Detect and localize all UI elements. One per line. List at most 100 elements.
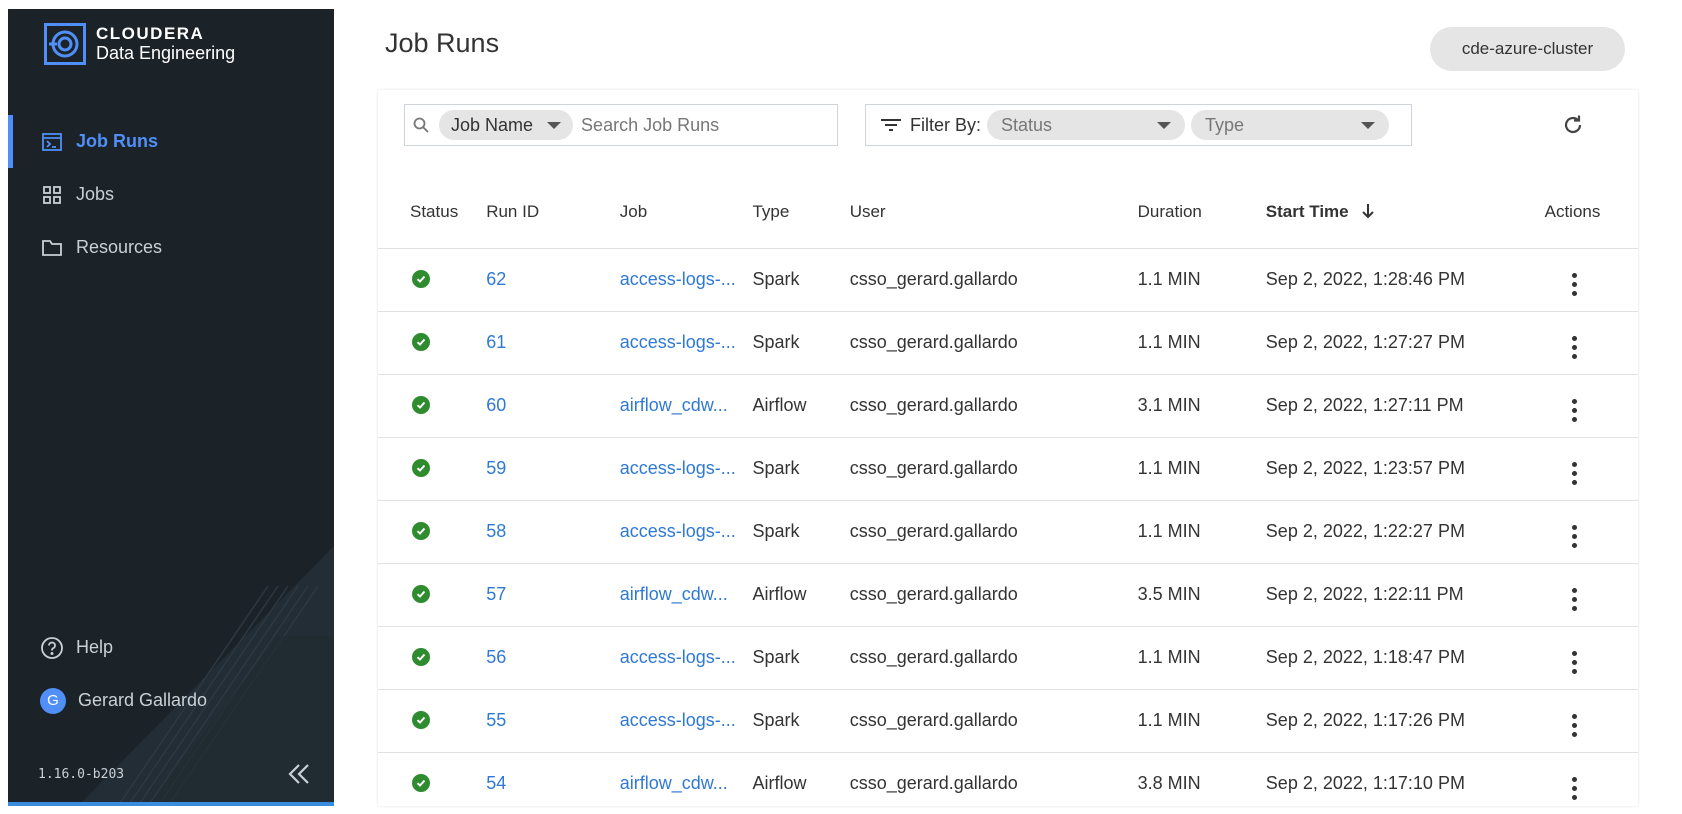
status-cell — [378, 563, 459, 627]
status-filter-select[interactable]: Status — [987, 110, 1186, 140]
table-row[interactable]: 54 airflow_cdw... Airflow csso_gerard.galla… — [378, 752, 1638, 814]
type-cell: Spark — [744, 500, 850, 564]
type-cell: Spark — [744, 626, 850, 690]
cloudera-logo-icon — [44, 23, 86, 65]
run-id-link[interactable]: 61 — [486, 332, 506, 352]
start-time-cell: Sep 2, 2022, 1:28:46 PM — [1249, 248, 1511, 312]
brand[interactable]: CLOUDERA Data Engineering — [44, 23, 235, 65]
table-header-row: Status Run ID Job Type User Duration Sta… — [378, 176, 1638, 249]
cluster-selector[interactable]: cde-azure-cluster — [1430, 27, 1625, 71]
run-id-link[interactable]: 59 — [486, 458, 506, 478]
sidebar-item-label: Resources — [76, 237, 163, 257]
app-root: CLOUDERA Data Engineering Job Runs Jobs … — [0, 0, 1682, 814]
column-header-type[interactable]: Type — [744, 176, 850, 249]
run-id-link[interactable]: 60 — [486, 395, 506, 415]
sidebar-item-jobs[interactable]: Jobs — [8, 168, 334, 221]
job-runs-table: Status Run ID Job Type User Duration Sta… — [378, 176, 1638, 814]
sidebar-item-job-runs[interactable]: Job Runs — [8, 115, 334, 168]
double-chevron-left-icon — [288, 764, 309, 784]
table-row[interactable]: 58 access-logs-... Spark csso_gerard.gallar… — [378, 500, 1638, 564]
column-header-start-time[interactable]: Start Time — [1249, 176, 1511, 249]
more-actions-button[interactable] — [1563, 649, 1587, 676]
search-input[interactable] — [581, 114, 802, 136]
filter-icon — [880, 117, 902, 133]
type-cell: Airflow — [744, 563, 850, 627]
sidebar: CLOUDERA Data Engineering Job Runs Jobs … — [8, 9, 334, 806]
user-cell: csso_gerard.gallardo — [849, 311, 1138, 375]
grid-icon — [40, 183, 64, 207]
table-row[interactable]: 60 airflow_cdw... Airflow csso_gerard.galla… — [378, 374, 1638, 438]
run-id-link[interactable]: 56 — [486, 647, 506, 667]
success-status-icon — [412, 270, 430, 288]
search-icon — [413, 117, 433, 133]
arrow-down-icon — [1362, 203, 1375, 219]
success-status-icon — [412, 585, 430, 603]
more-actions-button[interactable] — [1563, 523, 1587, 550]
refresh-button[interactable] — [1558, 110, 1588, 140]
column-header-run-id[interactable]: Run ID — [458, 176, 602, 249]
start-time-cell: Sep 2, 2022, 1:27:27 PM — [1249, 311, 1511, 375]
table-row[interactable]: 59 access-logs-... Spark csso_gerard.gallar… — [378, 437, 1638, 501]
start-time-cell: Sep 2, 2022, 1:22:11 PM — [1249, 563, 1511, 627]
column-header-status[interactable]: Status — [378, 176, 459, 249]
job-link[interactable]: access-logs-... — [620, 521, 736, 541]
table-row[interactable]: 56 access-logs-... Spark csso_gerard.gallar… — [378, 626, 1638, 690]
column-header-actions: Actions — [1510, 176, 1638, 249]
more-actions-button[interactable] — [1563, 397, 1587, 424]
user-cell: csso_gerard.gallardo — [849, 563, 1138, 627]
column-header-job[interactable]: Job — [601, 176, 745, 249]
more-actions-button[interactable] — [1563, 460, 1587, 487]
brand-product: Data Engineering — [96, 43, 236, 64]
sidebar-item-help[interactable]: Help — [8, 621, 334, 674]
version-label: 1.16.0-b203 — [38, 767, 125, 782]
job-link[interactable]: access-logs-... — [620, 710, 736, 730]
sidebar-item-resources[interactable]: Resources — [8, 221, 334, 274]
start-time-cell: Sep 2, 2022, 1:22:27 PM — [1249, 500, 1511, 564]
job-link[interactable]: access-logs-... — [620, 269, 736, 289]
column-header-duration[interactable]: Duration — [1137, 176, 1250, 249]
job-link[interactable]: access-logs-... — [620, 458, 736, 478]
type-filter-select[interactable]: Type — [1191, 110, 1390, 140]
refresh-icon — [1564, 115, 1582, 134]
success-status-icon — [412, 711, 430, 729]
status-filter-placeholder: Status — [1001, 114, 1053, 135]
collapse-sidebar-button[interactable] — [284, 759, 314, 789]
table-row[interactable]: 62 access-logs-... Spark csso_gerard.gallar… — [378, 248, 1638, 312]
search-field-select[interactable]: Job Name — [439, 110, 574, 140]
job-runs-icon — [40, 130, 64, 154]
start-time-cell: Sep 2, 2022, 1:17:26 PM — [1249, 689, 1511, 753]
run-id-link[interactable]: 55 — [486, 710, 506, 730]
run-id-link[interactable]: 62 — [486, 269, 506, 289]
brand-text: CLOUDERA Data Engineering — [96, 24, 235, 64]
job-link[interactable]: airflow_cdw... — [620, 584, 728, 604]
caret-down-icon — [1157, 121, 1172, 129]
type-filter-placeholder: Type — [1205, 114, 1245, 135]
run-id-link[interactable]: 57 — [486, 584, 506, 604]
more-actions-button[interactable] — [1563, 775, 1587, 802]
duration-cell: 1.1 MIN — [1137, 689, 1250, 753]
type-cell: Airflow — [744, 374, 850, 438]
job-link[interactable]: airflow_cdw... — [620, 395, 728, 415]
table-row[interactable]: 57 airflow_cdw... Airflow csso_gerard.galla… — [378, 563, 1638, 627]
table-row[interactable]: 55 access-logs-... Spark csso_gerard.gallar… — [378, 689, 1638, 753]
more-actions-button[interactable] — [1563, 712, 1587, 739]
run-id-link[interactable]: 58 — [486, 521, 506, 541]
page-title: Job Runs — [385, 28, 500, 58]
job-link[interactable]: access-logs-... — [620, 647, 736, 667]
more-actions-button[interactable] — [1563, 271, 1587, 298]
success-status-icon — [412, 522, 430, 540]
status-cell — [378, 374, 459, 438]
job-link[interactable]: airflow_cdw... — [620, 773, 728, 793]
sidebar-item-label: Jobs — [76, 184, 115, 204]
more-actions-button[interactable] — [1563, 334, 1587, 361]
column-header-user[interactable]: User — [849, 176, 1138, 249]
type-cell: Spark — [744, 311, 850, 375]
status-cell — [378, 689, 459, 753]
job-link[interactable]: access-logs-... — [620, 332, 736, 352]
table-row[interactable]: 61 access-logs-... Spark csso_gerard.gallar… — [378, 311, 1638, 375]
user-cell: csso_gerard.gallardo — [849, 500, 1138, 564]
status-cell — [378, 248, 459, 312]
run-id-link[interactable]: 54 — [486, 773, 506, 793]
user-menu[interactable]: G Gerard Gallardo — [8, 674, 334, 727]
more-actions-button[interactable] — [1563, 586, 1587, 613]
